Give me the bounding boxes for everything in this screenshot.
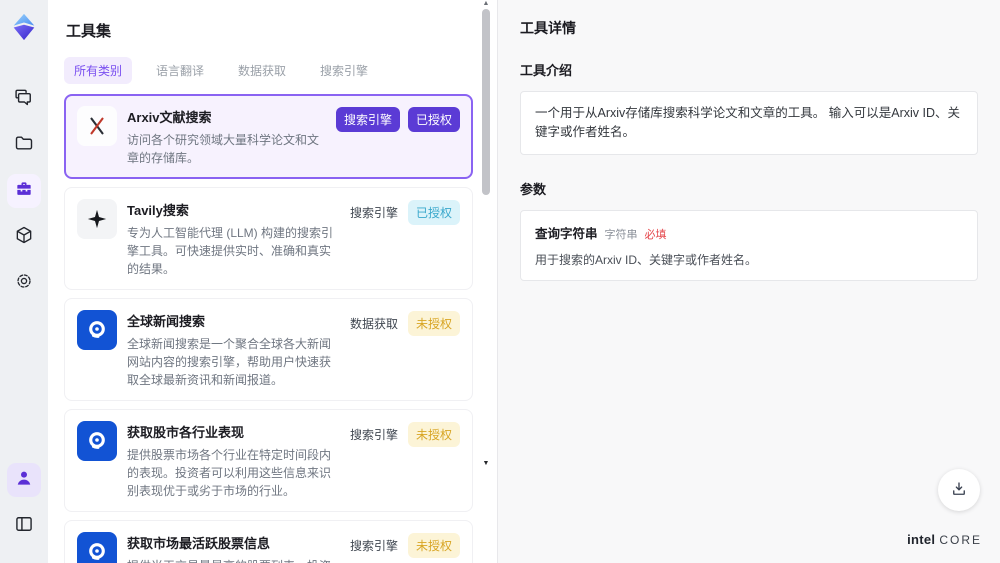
tool-name: 获取股市各行业表现 (127, 425, 245, 440)
category-badge: 搜索引擎 (349, 428, 398, 442)
scroll-down-icon[interactable]: ▼ (481, 460, 491, 468)
download-icon (950, 480, 968, 501)
tool-details-panel: 工具详情 工具介绍 一个用于从Arxiv存储库搜索科学论文和文章的工具。 输入可… (498, 0, 1000, 563)
tool-card[interactable]: Arxiv文献搜索 访问各个研究领域大量科学论文和文章的存储库。 搜索引擎 已授… (64, 94, 473, 179)
sidebar-item-user[interactable] (7, 463, 41, 497)
user-icon (14, 468, 34, 493)
tool-card[interactable]: 获取股市各行业表现 提供股票市场各个行业在特定时间段内的表现。投资者可以利用这些… (64, 409, 473, 512)
page-title: 工具集 (66, 23, 112, 40)
tab-language-translation[interactable]: 语言翻译 (146, 57, 214, 84)
tool-description: 提供当天交易量最高的股票列表，投资者可以利用这些信息来识别流动性强的股票和潜在的… (127, 557, 338, 563)
sidebar-item-folder[interactable] (7, 128, 41, 162)
tab-data-fetch[interactable]: 数据获取 (228, 57, 296, 84)
tool-name: 获取市场最活跃股票信息 (127, 536, 271, 551)
auth-status-badge: 未授权 (407, 311, 460, 336)
sidebar-item-settings[interactable] (7, 266, 41, 300)
arxiv-icon (77, 106, 117, 146)
intro-heading: 工具介绍 (520, 63, 573, 78)
tool-description: 提供股票市场各个行业在特定时间段内的表现。投资者可以利用这些信息来识别表现优于或… (127, 448, 332, 498)
sidebar (0, 0, 48, 563)
auth-status-badge: 已授权 (407, 200, 460, 225)
tool-name: Tavily搜索 (127, 203, 189, 218)
sidebar-item-chat[interactable] (7, 82, 41, 116)
gem-logo-icon (9, 12, 39, 42)
tool-card[interactable]: 获取市场最活跃股票信息 提供当天交易量最高的股票列表，投资者可以利用这些信息来识… (64, 520, 473, 563)
globalnews-icon (77, 421, 117, 461)
cube-icon (14, 225, 34, 250)
param-head: 查询字符串 字符串 必填 (535, 223, 963, 242)
sparkle-icon (77, 199, 117, 239)
sidebar-bottom (7, 457, 41, 549)
sidebar-nav (7, 76, 41, 306)
tool-list-panel: 工具集 所有类别 语言翻译 数据获取 搜索引擎 Arxiv文献搜索 访问各个研究领域大… (48, 0, 498, 563)
param-required-badge: 必填 (644, 228, 667, 241)
category-badge: 搜索引擎 (349, 206, 398, 220)
category-tabs: 所有类别 语言翻译 数据获取 搜索引擎 (64, 57, 497, 84)
panel-toggle-icon (14, 514, 34, 539)
param-type: 字符串 (604, 228, 638, 241)
tool-name: 全球新闻搜索 (127, 314, 206, 329)
tool-name: Arxiv文献搜索 (127, 110, 212, 125)
auth-status-badge: 未授权 (407, 422, 460, 447)
param-card: 查询字符串 字符串 必填 用于搜索的Arxiv ID、关键字或作者姓名。 (520, 209, 978, 281)
tool-list: Arxiv文献搜索 访问各个研究领域大量科学论文和文章的存储库。 搜索引擎 已授… (64, 94, 497, 563)
scroll-up-icon[interactable]: ▲ (481, 0, 491, 8)
tool-intro-text: 一个用于从Arxiv存储库搜索科学论文和文章的工具。 输入可以是Arxiv ID… (520, 91, 978, 155)
sidebar-item-panel-toggle[interactable] (7, 509, 41, 543)
scrollbar: ▲ ▼ (481, 0, 491, 468)
brand-core: CORE (939, 533, 982, 547)
param-name: 查询字符串 (535, 226, 598, 241)
auth-status-badge: 未授权 (407, 533, 460, 558)
tab-all-categories[interactable]: 所有类别 (64, 57, 133, 84)
globalnews-icon (77, 532, 117, 563)
category-badge: 搜索引擎 (349, 539, 398, 553)
details-title: 工具详情 (520, 20, 576, 36)
sidebar-item-toolbox[interactable] (7, 174, 41, 208)
tool-card[interactable]: Tavily搜索 专为人工智能代理 (LLM) 构建的搜索引擎工具。可快速提供实… (64, 187, 473, 290)
app-root: 工具集 所有类别 语言翻译 数据获取 搜索引擎 Arxiv文献搜索 访问各个研究领域大… (0, 0, 1000, 563)
globalnews-icon (77, 310, 117, 350)
tool-description: 访问各个研究领域大量科学论文和文章的存储库。 (127, 133, 320, 165)
intel-core-logo: intel CORE (907, 532, 982, 547)
brand-intel: intel (907, 532, 936, 547)
chat-icon (14, 87, 34, 112)
auth-status-badge: 已授权 (407, 107, 460, 132)
tool-description: 专为人工智能代理 (LLM) 构建的搜索引擎工具。可快速提供实时、准确和真实的结… (127, 226, 334, 276)
param-description: 用于搜索的Arxiv ID、关键字或作者姓名。 (535, 252, 758, 267)
scrollbar-thumb[interactable] (482, 9, 490, 195)
download-button[interactable] (938, 469, 980, 511)
gear-icon (14, 271, 34, 296)
tab-search-engine[interactable]: 搜索引擎 (310, 57, 378, 84)
sidebar-item-cube[interactable] (7, 220, 41, 254)
category-badge: 数据获取 (349, 317, 398, 331)
toolbox-icon (14, 179, 34, 204)
tool-description: 全球新闻搜索是一个聚合全球各大新闻网站内容的搜索引擎，帮助用户快速获取全球最新资… (127, 337, 332, 387)
category-badge: 搜索引擎 (335, 107, 400, 132)
tool-card[interactable]: 全球新闻搜索 全球新闻搜索是一个聚合全球各大新闻网站内容的搜索引擎，帮助用户快速… (64, 298, 473, 401)
folder-icon (14, 133, 34, 158)
params-heading: 参数 (520, 181, 547, 197)
